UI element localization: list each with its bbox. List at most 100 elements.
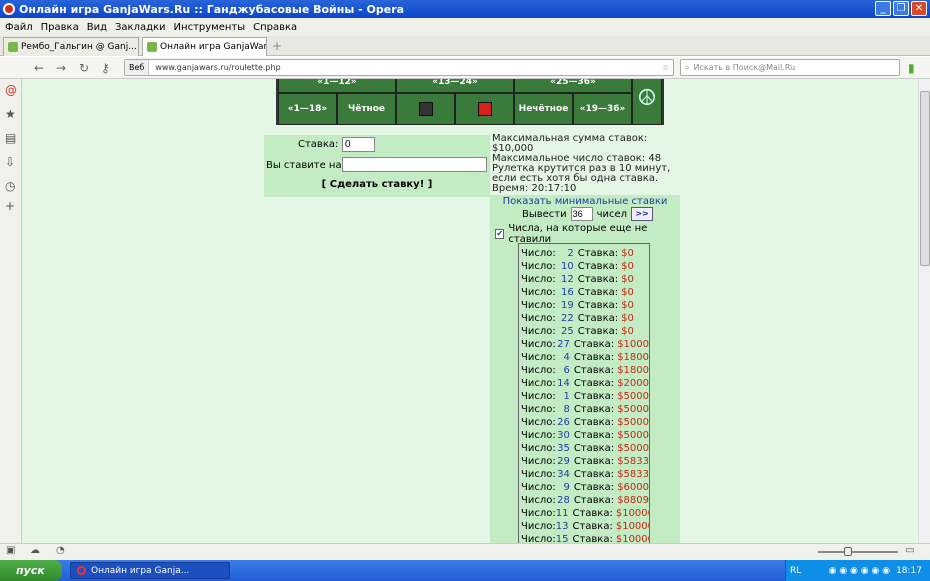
number-label: Число:: [521, 469, 556, 480]
menu-help[interactable]: Справка: [253, 22, 297, 33]
start-button[interactable]: пуск: [0, 560, 62, 581]
menu-file[interactable]: Файл: [5, 22, 33, 33]
zoom-slider[interactable]: [818, 551, 898, 553]
stake-value: $5000: [617, 443, 649, 454]
number-label: Число:: [521, 339, 556, 350]
min-bet-row: Число: 12 Ставка: $0: [521, 273, 649, 286]
number-value: 19: [561, 300, 574, 311]
bet-even[interactable]: Чётное: [337, 93, 396, 125]
bet-1-12[interactable]: «1—12»: [278, 79, 396, 93]
count-input[interactable]: [570, 207, 593, 221]
stake-label: Ставка:: [577, 261, 619, 272]
menu-bookmarks[interactable]: Закладки: [115, 22, 166, 33]
tab-2[interactable]: Онлайн игра GanjaWars... ✕: [142, 37, 267, 56]
add-panel-icon[interactable]: +: [5, 199, 15, 213]
stake-value: $5833: [617, 469, 649, 480]
bet-odd[interactable]: Нечётное: [514, 93, 573, 125]
page-scrollbar[interactable]: [918, 79, 930, 543]
output-label: Вывести: [522, 208, 567, 220]
forward-icon[interactable]: →: [56, 61, 66, 75]
zoom-handle[interactable]: [844, 547, 852, 556]
reload-icon[interactable]: ↻: [79, 61, 89, 75]
new-tab-icon[interactable]: +: [272, 39, 282, 53]
number-label: Число:: [521, 508, 556, 519]
min-bet-row: Число: 1 Ставка: $5000: [521, 390, 649, 403]
notes-icon[interactable]: ▤: [5, 131, 16, 145]
stake-label: Ставка:: [573, 443, 615, 454]
address-toolbar: ← → ↻ ⚷ Веб www.ganjawars.ru/roulette.ph…: [0, 57, 930, 79]
tab-close-icon[interactable]: ✕: [137, 42, 138, 52]
cloud-icon[interactable]: ☁: [30, 545, 40, 556]
tab-label: Онлайн игра GanjaWars...: [160, 42, 267, 52]
number-value: 15: [555, 534, 569, 543]
bet-25-36[interactable]: «25—36»: [514, 79, 632, 93]
number-value: 16: [561, 287, 574, 298]
site-favicon-icon: [147, 42, 157, 52]
downloads-icon[interactable]: ⇩: [5, 155, 15, 169]
menu-view[interactable]: Вид: [87, 22, 107, 33]
page-content: «1—12» «13—24» «25—36» «1—18» Чётное Неч…: [22, 79, 918, 543]
stake-value: $0: [621, 274, 634, 285]
window-title: Онлайн игра GanjaWars.Ru :: Ганджубасовы…: [19, 2, 405, 16]
make-bet-button[interactable]: [ Сделать ставку! ]: [264, 179, 490, 190]
stake-value: $1800: [617, 365, 649, 376]
scrollbar-thumb[interactable]: [920, 91, 930, 266]
min-bet-row: Число: 35 Ставка: $5000: [521, 442, 649, 455]
unbet-numbers-checkbox[interactable]: ✔: [495, 229, 505, 239]
opera-icon: [77, 566, 86, 575]
number-value: 30: [557, 430, 570, 441]
bookmark-star-icon[interactable]: ☆: [662, 63, 673, 72]
number-value: 12: [561, 274, 574, 285]
bet-red[interactable]: [455, 93, 514, 125]
bookmarks-icon[interactable]: ★: [5, 107, 16, 121]
speed-icon[interactable]: ◔: [56, 545, 65, 556]
bet-19-36[interactable]: «19—36»: [573, 93, 632, 125]
number-value: 10: [561, 261, 574, 272]
taskbar-opera-item[interactable]: Онлайн игра Ganja...: [70, 562, 230, 579]
stake-label: Ставка:: [573, 495, 615, 506]
numbers-label: чисел: [596, 208, 628, 220]
stake-label: Ставка:: [572, 508, 613, 519]
bet-black[interactable]: [396, 93, 455, 125]
key-icon[interactable]: ⚷: [101, 61, 110, 75]
min-bet-row: Число:13Ставка:$10000: [521, 520, 649, 533]
history-icon[interactable]: ◷: [5, 179, 15, 193]
bet-1-18[interactable]: «1—18»: [278, 93, 337, 125]
min-bet-row: Число: 30 Ставка: $5000: [521, 429, 649, 442]
min-bet-row: Число: 25 Ставка: $0: [521, 325, 649, 338]
black-square-icon: [418, 102, 433, 116]
back-icon[interactable]: ←: [34, 61, 44, 75]
tab-1[interactable]: Рембо_Гальгин @ Ganj... ✕: [3, 37, 139, 56]
maximize-button[interactable]: ❐: [893, 1, 909, 16]
stake-label: Ставка:: [573, 391, 615, 402]
stake-label: Ставка:: [573, 339, 615, 350]
bet-on-input[interactable]: [342, 157, 487, 172]
number-value: 6: [563, 365, 570, 376]
number-label: Число:: [521, 443, 556, 454]
mailru-icon[interactable]: @: [5, 83, 17, 97]
stake-label: Ставка:: [573, 456, 615, 467]
view-icon[interactable]: ▭: [905, 545, 914, 556]
show-min-bets-link[interactable]: Показать минимальные ставки: [490, 196, 680, 207]
status-bar: ▣ ☁ ◔ ▭: [0, 543, 930, 560]
menu-edit[interactable]: Правка: [41, 22, 79, 33]
bet-13-24[interactable]: «13—24»: [396, 79, 514, 93]
language-indicator[interactable]: RL: [786, 566, 801, 576]
stake-label: Ставка:: [573, 469, 615, 480]
number-value: 9: [563, 482, 570, 493]
address-field[interactable]: Веб www.ganjawars.ru/roulette.php ☆: [124, 59, 674, 76]
number-label: Число:: [521, 417, 556, 428]
min-bet-row: Число: 4 Ставка: $1800: [521, 351, 649, 364]
search-input[interactable]: ⌕ Искать в Поиск@Mail.Ru: [680, 59, 900, 76]
number-label: Число:: [521, 352, 556, 363]
minimize-button[interactable]: _: [875, 1, 891, 16]
menu-tools[interactable]: Инструменты: [174, 22, 246, 33]
go-button[interactable]: >>: [631, 207, 654, 221]
stake-input[interactable]: [342, 137, 375, 152]
stake-label: Ставка:: [298, 139, 339, 150]
system-tray: RL ◉ ◉ ◉ ◉ ◉ ◉ 18:17: [785, 560, 930, 581]
close-button[interactable]: ✕: [911, 1, 927, 16]
number-value: 27: [557, 339, 570, 350]
number-label: Число:: [521, 521, 556, 532]
panel-toggle-icon[interactable]: ▣: [6, 545, 15, 556]
